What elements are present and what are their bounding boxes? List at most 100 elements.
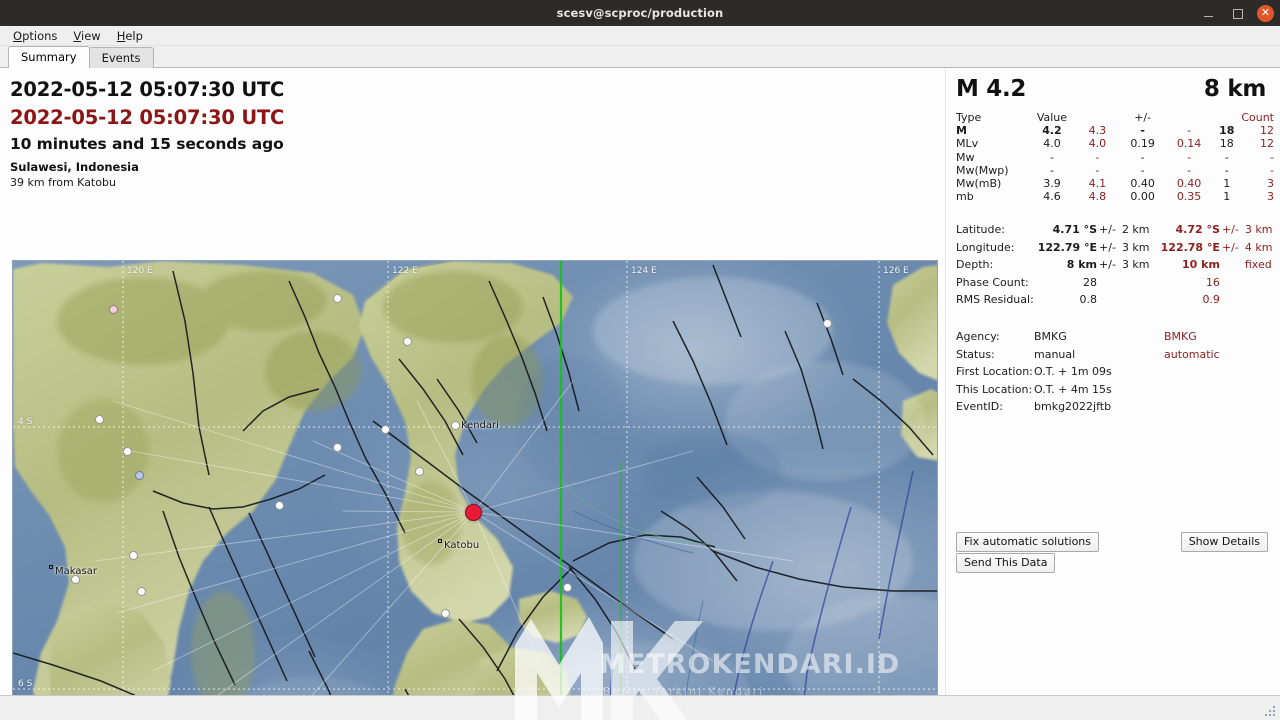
mag-value-manual: 3.9	[1043, 177, 1061, 191]
mag-count-manual: 1	[1223, 177, 1231, 191]
tab-summary[interactable]: Summary	[8, 46, 90, 68]
agency-value: BMKG	[1034, 330, 1067, 344]
phase-count-label: Phase Count:	[956, 275, 1029, 289]
station-marker[interactable]	[441, 609, 450, 618]
right-pane: M 4.2 8 km Type Value +/- Count M 4.2 4.…	[945, 68, 1280, 717]
longitude-error-alt: 4 km	[1244, 240, 1273, 254]
phase-count-value-alt: 16	[1205, 275, 1220, 289]
menu-item-view[interactable]: View	[65, 27, 108, 45]
phase-count-error-alt	[1241, 274, 1278, 291]
event-id-alt	[1164, 398, 1278, 415]
mag-error-manual: 0.00	[1130, 190, 1155, 204]
menu-item-options[interactable]: Options	[5, 27, 65, 45]
mag-count-manual: -	[1224, 163, 1229, 177]
station-marker[interactable]	[415, 467, 424, 476]
minimize-icon[interactable]	[1201, 5, 1217, 21]
depth-label: Depth:	[956, 258, 994, 272]
depth-fixed-flag: fixed	[1244, 258, 1272, 272]
origin-time-secondary: 2022-05-12 05:07:30 UTC	[10, 106, 285, 130]
station-marker[interactable]	[333, 443, 342, 452]
menu-item-options-label: ptions	[22, 28, 58, 43]
mag-count-auto: 12	[1260, 124, 1274, 138]
this-location-label: This Location:	[956, 382, 1033, 396]
col-header-value-alt	[1075, 111, 1119, 124]
mag-value-manual: 4.6	[1043, 190, 1061, 204]
longitude-value: 122.79 °E	[1037, 240, 1098, 254]
first-location-alt	[1164, 363, 1278, 380]
table-row: MLv 4.0 4.0 0.19 0.14 18 12	[956, 137, 1274, 150]
mag-count-auto: 12	[1260, 137, 1274, 151]
summary-magnitude: M 4.2	[956, 76, 1027, 102]
phase-count-pm-alt	[1220, 274, 1241, 291]
latitude-value-alt: 4.72 °S	[1175, 223, 1220, 237]
mag-type: Mw(mB)	[956, 177, 1002, 191]
epicenter-marker[interactable]	[465, 504, 482, 521]
show-details-button[interactable]: Show Details	[1180, 532, 1268, 552]
col-header-value: Value	[1036, 111, 1068, 124]
mag-error-manual: 0.19	[1130, 137, 1155, 151]
mag-count-auto: 3	[1267, 190, 1274, 204]
event-id-value: bmkg2022jftb	[1034, 400, 1112, 414]
table-row-phase-count: Phase Count: 28 16	[956, 274, 1278, 291]
station-marker[interactable]	[381, 425, 390, 434]
map-canvas[interactable]: 120 E 122 E 124 E 126 E 4 S 6 S Kendari …	[13, 261, 937, 720]
table-row: Mw(mB) 3.9 4.1 0.40 0.40 1 3	[956, 177, 1274, 190]
depth-value-alt: 10 km	[1182, 258, 1220, 272]
station-marker[interactable]	[137, 587, 146, 596]
station-marker[interactable]	[135, 471, 144, 480]
depth-value: 8 km	[1066, 258, 1098, 272]
mag-count-manual: 1	[1223, 190, 1231, 204]
menu-item-help[interactable]: Help	[109, 27, 151, 45]
mag-error-auto: 0.40	[1176, 177, 1202, 191]
table-row: M 4.2 4.3 - - 18 12	[956, 124, 1274, 137]
metadata-table: Agency: BMKG BMKG Status: manual automat…	[956, 328, 1278, 415]
rms-value: 0.8	[1079, 293, 1098, 307]
fix-automatic-solutions-button[interactable]: Fix automatic solutions	[956, 532, 1100, 552]
table-row: mb 4.6 4.8 0.00 0.35 1 3	[956, 190, 1274, 203]
resize-grip-icon[interactable]	[1263, 704, 1277, 718]
magnitude-table-header: Type Value +/- Count	[956, 111, 1274, 124]
station-marker[interactable]	[823, 319, 832, 328]
this-location-alt	[1164, 381, 1278, 398]
event-region: Sulawesi, Indonesia	[10, 159, 139, 174]
station-marker[interactable]	[129, 551, 138, 560]
statusbar	[0, 695, 1280, 720]
longitude-label: Longitude:	[956, 240, 1015, 254]
rms-pm	[1097, 291, 1118, 308]
station-marker[interactable]	[403, 337, 412, 346]
phase-count-error	[1118, 274, 1158, 291]
mag-count-auto: -	[1270, 150, 1274, 164]
origin-time-primary: 2022-05-12 05:07:30 UTC	[10, 78, 285, 101]
table-row: Mw(Mwp) - - - - - -	[956, 164, 1274, 177]
table-row: Mw - - - - - -	[956, 151, 1274, 164]
mag-error-auto: 0.35	[1176, 190, 1202, 204]
maximize-icon[interactable]	[1229, 5, 1245, 21]
table-row-this-location: This Location: O.T. + 4m 15s	[956, 381, 1278, 398]
send-this-data-button[interactable]: Send This Data	[956, 553, 1056, 573]
menu-item-view-label: iew	[81, 28, 101, 43]
latitude-label: Latitude:	[956, 223, 1005, 237]
mag-count-manual: 18	[1219, 124, 1235, 138]
event-id-label: EventID:	[956, 400, 1003, 414]
mag-error-manual: -	[1140, 124, 1145, 138]
rms-error	[1118, 291, 1158, 308]
station-marker[interactable]	[275, 501, 284, 510]
station-marker[interactable]	[95, 415, 104, 424]
station-marker[interactable]	[109, 305, 118, 314]
station-marker[interactable]	[451, 421, 460, 430]
mag-type: M	[956, 124, 967, 138]
station-marker[interactable]	[563, 583, 572, 592]
agency-label: Agency:	[956, 330, 1000, 344]
station-marker[interactable]	[71, 575, 80, 584]
col-header-count: Count	[1241, 111, 1274, 124]
summary-header: M 4.2 8 km	[946, 68, 1280, 102]
window-title: scesv@scproc/production	[556, 6, 724, 20]
window-titlebar: scesv@scproc/production ✕	[0, 0, 1280, 26]
map-panel[interactable]: 120 E 122 E 124 E 126 E 4 S 6 S Kendari …	[12, 260, 938, 720]
close-icon[interactable]: ✕	[1257, 4, 1274, 22]
station-marker[interactable]	[333, 294, 342, 303]
station-marker[interactable]	[123, 447, 132, 456]
table-row-event-id: EventID: bmkg2022jftb	[956, 398, 1278, 415]
summary-depth: 8 km	[1203, 76, 1266, 102]
tab-events[interactable]: Events	[88, 47, 154, 68]
